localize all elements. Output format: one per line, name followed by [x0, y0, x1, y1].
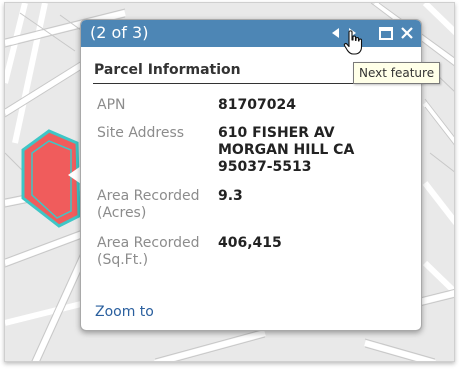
triangle-left-icon: [332, 28, 339, 38]
popup-title: Parcel Information: [94, 62, 241, 78]
feature-counter: (2 of 3): [90, 23, 149, 42]
field-value-site-address: 610 FISHER AV MORGAN HILL CA 95037-5513: [218, 125, 355, 175]
square-icon: [379, 27, 393, 40]
hand-pointer-icon: [343, 30, 363, 55]
popup-titlebar: (2 of 3): [81, 20, 421, 47]
x-icon: [401, 27, 413, 39]
zoom-to-link[interactable]: Zoom to: [95, 304, 154, 320]
close-button[interactable]: [399, 23, 415, 43]
maximize-button[interactable]: [378, 23, 394, 43]
field-value-apn: 81707024: [218, 97, 296, 113]
field-label-site-address: Site Address: [97, 125, 185, 141]
next-feature-tooltip: Next feature: [353, 62, 441, 84]
previous-feature-button[interactable]: [328, 23, 342, 43]
field-value-area-acres: 9.3: [218, 188, 243, 204]
field-label-area-sqft: Area Recorded (Sq.Ft.): [97, 235, 200, 268]
field-label-apn: APN: [97, 97, 126, 113]
field-label-area-acres: Area Recorded (Acres): [97, 188, 200, 221]
field-value-area-sqft: 406,415: [218, 235, 282, 251]
